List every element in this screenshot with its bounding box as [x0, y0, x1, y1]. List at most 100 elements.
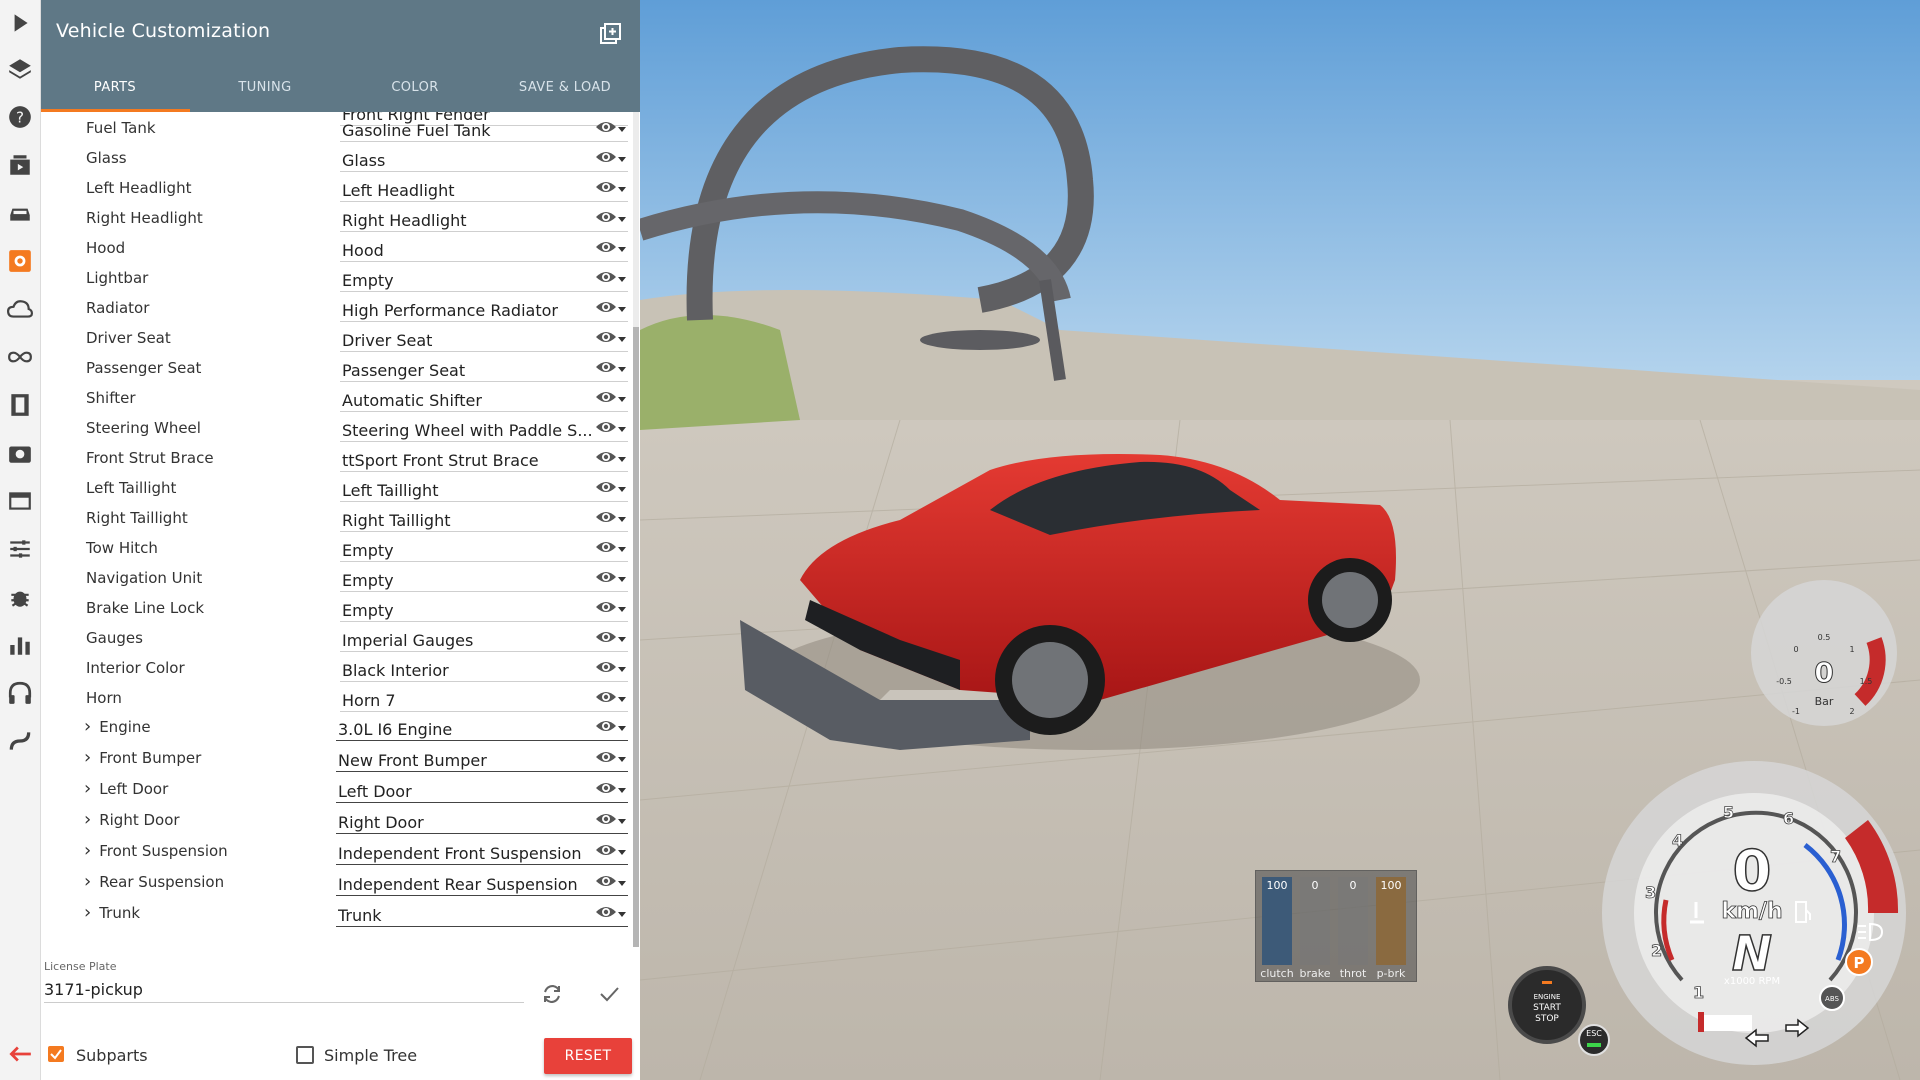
eye-icon[interactable]: [595, 479, 617, 495]
eye-icon[interactable]: [595, 209, 617, 225]
help-icon[interactable]: ?: [4, 100, 36, 134]
part-label[interactable]: › Front Bumper: [84, 747, 201, 768]
dropdown-arrow-icon[interactable]: [618, 667, 626, 672]
eye-icon[interactable]: [595, 811, 617, 827]
part-row[interactable]: Radiator High Performance Radiator: [40, 294, 640, 324]
part-select[interactable]: Black Interior: [340, 656, 628, 682]
dropdown-arrow-icon[interactable]: [618, 397, 626, 402]
part-row[interactable]: › Rear Suspension Independent Rear Suspens…: [40, 868, 640, 898]
part-label[interactable]: › Rear Suspension: [84, 873, 224, 892]
dropdown-arrow-icon[interactable]: [618, 217, 626, 222]
eye-icon[interactable]: [595, 389, 617, 405]
eye-icon[interactable]: [595, 269, 617, 285]
part-label[interactable]: › Left Door: [84, 780, 168, 799]
dropdown-arrow-icon[interactable]: [618, 337, 626, 342]
part-select[interactable]: Left Headlight: [340, 176, 628, 202]
eye-icon[interactable]: [595, 659, 617, 675]
part-select[interactable]: ttSport Front Strut Brace: [340, 446, 628, 472]
add-window-icon[interactable]: [598, 22, 622, 46]
part-row[interactable]: Horn Horn 7: [40, 684, 640, 714]
vehicle-config-icon[interactable]: [4, 244, 36, 278]
dropdown-arrow-icon[interactable]: [618, 912, 626, 917]
road-icon[interactable]: [4, 724, 36, 758]
part-select[interactable]: Empty: [340, 536, 628, 562]
part-select[interactable]: Hood: [340, 236, 628, 262]
eye-icon[interactable]: [595, 780, 617, 796]
dropdown-arrow-icon[interactable]: [618, 487, 626, 492]
sliders-icon[interactable]: [4, 532, 36, 566]
back-arrow-icon[interactable]: [4, 1037, 36, 1071]
eye-icon[interactable]: [595, 599, 617, 615]
part-row[interactable]: Right Headlight Right Headlight: [40, 204, 640, 234]
eye-icon[interactable]: [595, 749, 617, 765]
tab-color[interactable]: COLOR: [340, 74, 490, 112]
part-row[interactable]: Glass Glass: [40, 144, 640, 174]
part-row[interactable]: Tow Hitch Empty: [40, 534, 640, 564]
part-row[interactable]: Passenger Seat Passenger Seat: [40, 354, 640, 384]
part-select[interactable]: Empty: [340, 266, 628, 292]
part-row[interactable]: Driver Seat Driver Seat: [40, 324, 640, 354]
eye-icon[interactable]: [595, 419, 617, 435]
tab-save-load[interactable]: SAVE & LOAD: [490, 74, 640, 112]
part-row[interactable]: › Front Bumper New Front Bumper: [40, 744, 640, 774]
eye-icon[interactable]: [595, 449, 617, 465]
chevron-right-icon[interactable]: ›: [84, 840, 91, 861]
dropdown-arrow-icon[interactable]: [618, 427, 626, 432]
part-select[interactable]: Imperial Gauges: [340, 626, 628, 652]
check-icon[interactable]: [597, 982, 621, 1006]
eye-icon[interactable]: [595, 329, 617, 345]
part-select[interactable]: Right Headlight: [340, 206, 628, 232]
part-select[interactable]: Passenger Seat: [340, 356, 628, 382]
part-row[interactable]: Navigation Unit Empty: [40, 564, 640, 594]
headphones-icon[interactable]: [4, 676, 36, 710]
eye-icon[interactable]: [595, 904, 617, 920]
dropdown-arrow-icon[interactable]: [618, 187, 626, 192]
part-label[interactable]: › Right Door: [84, 811, 180, 830]
part-select[interactable]: Right Taillight: [340, 506, 628, 532]
part-select[interactable]: Independent Rear Suspension: [336, 870, 628, 896]
dropdown-arrow-icon[interactable]: [618, 517, 626, 522]
scrollbar-thumb[interactable]: [633, 327, 639, 947]
part-row[interactable]: Fuel Tank Gasoline Fuel Tank: [40, 114, 640, 144]
simple-tree-checkbox[interactable]: [296, 1046, 314, 1064]
part-row[interactable]: Front Strut Brace ttSport Front Strut Bra…: [40, 444, 640, 474]
dropdown-arrow-icon[interactable]: [618, 697, 626, 702]
eye-icon[interactable]: [595, 539, 617, 555]
dropdown-arrow-icon[interactable]: [618, 757, 626, 762]
license-plate-input[interactable]: 3171-pickup: [44, 978, 524, 1003]
dropdown-arrow-icon[interactable]: [618, 157, 626, 162]
dropdown-arrow-icon[interactable]: [618, 881, 626, 886]
window-icon[interactable]: [4, 484, 36, 518]
infinity-icon[interactable]: [4, 340, 36, 374]
dropdown-arrow-icon[interactable]: [618, 850, 626, 855]
dropdown-arrow-icon[interactable]: [618, 726, 626, 731]
part-select[interactable]: Horn 7: [340, 686, 628, 712]
eye-icon[interactable]: [595, 873, 617, 889]
part-select[interactable]: Right Door: [336, 808, 628, 834]
play-icon[interactable]: [4, 6, 36, 40]
part-label[interactable]: › Trunk: [84, 904, 140, 923]
part-row[interactable]: Left Taillight Left Taillight: [40, 474, 640, 504]
part-row[interactable]: › Front Suspension Independent Front Suspe…: [40, 837, 640, 867]
eye-icon[interactable]: [595, 689, 617, 705]
part-select[interactable]: Driver Seat: [340, 326, 628, 352]
part-row[interactable]: Lightbar Empty: [40, 264, 640, 294]
tab-parts[interactable]: PARTS: [40, 74, 190, 112]
vehicle-icon[interactable]: [4, 196, 36, 230]
stats-icon[interactable]: [4, 628, 36, 662]
dropdown-arrow-icon[interactable]: [618, 277, 626, 282]
part-row[interactable]: Interior Color Black Interior: [40, 654, 640, 684]
dropdown-arrow-icon[interactable]: [618, 247, 626, 252]
chevron-right-icon[interactable]: ›: [84, 716, 91, 737]
part-row[interactable]: Left Headlight Left Headlight: [40, 174, 640, 204]
part-row[interactable]: › Right Door Right Door: [40, 806, 640, 836]
part-select[interactable]: New Front Bumper: [336, 746, 628, 772]
eye-icon[interactable]: [595, 569, 617, 585]
dropdown-arrow-icon[interactable]: [618, 637, 626, 642]
eye-icon[interactable]: [595, 629, 617, 645]
chevron-right-icon[interactable]: ›: [84, 747, 91, 768]
eye-icon[interactable]: [595, 842, 617, 858]
engine-start-stop-button[interactable]: ENGINE START STOP: [1508, 966, 1586, 1044]
cloud-icon[interactable]: [4, 292, 36, 326]
dropdown-arrow-icon[interactable]: [618, 307, 626, 312]
